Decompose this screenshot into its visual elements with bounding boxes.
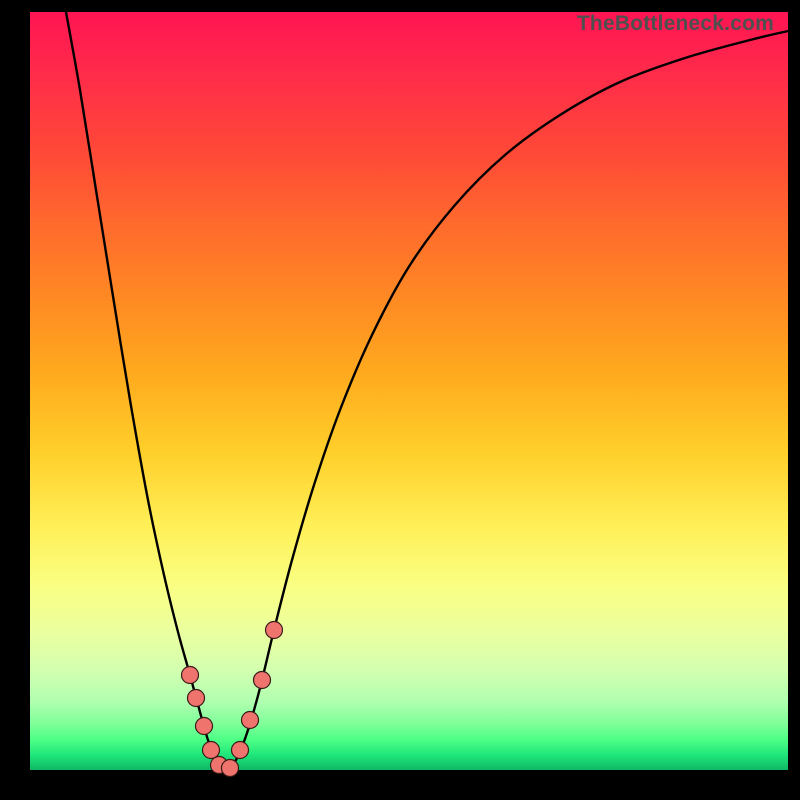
marker-dot [254,672,271,689]
plot-area: TheBottleneck.com [30,12,788,770]
marker-dot [196,718,213,735]
marker-dot [203,742,220,759]
bottleneck-curve [30,12,788,770]
marker-dot [266,622,283,639]
curve-markers [182,622,283,777]
v-curve-line [66,12,788,769]
chart-frame: TheBottleneck.com [0,0,800,800]
marker-dot [188,690,205,707]
marker-dot [222,760,239,777]
marker-dot [232,742,249,759]
marker-dot [242,712,259,729]
marker-dot [182,667,199,684]
